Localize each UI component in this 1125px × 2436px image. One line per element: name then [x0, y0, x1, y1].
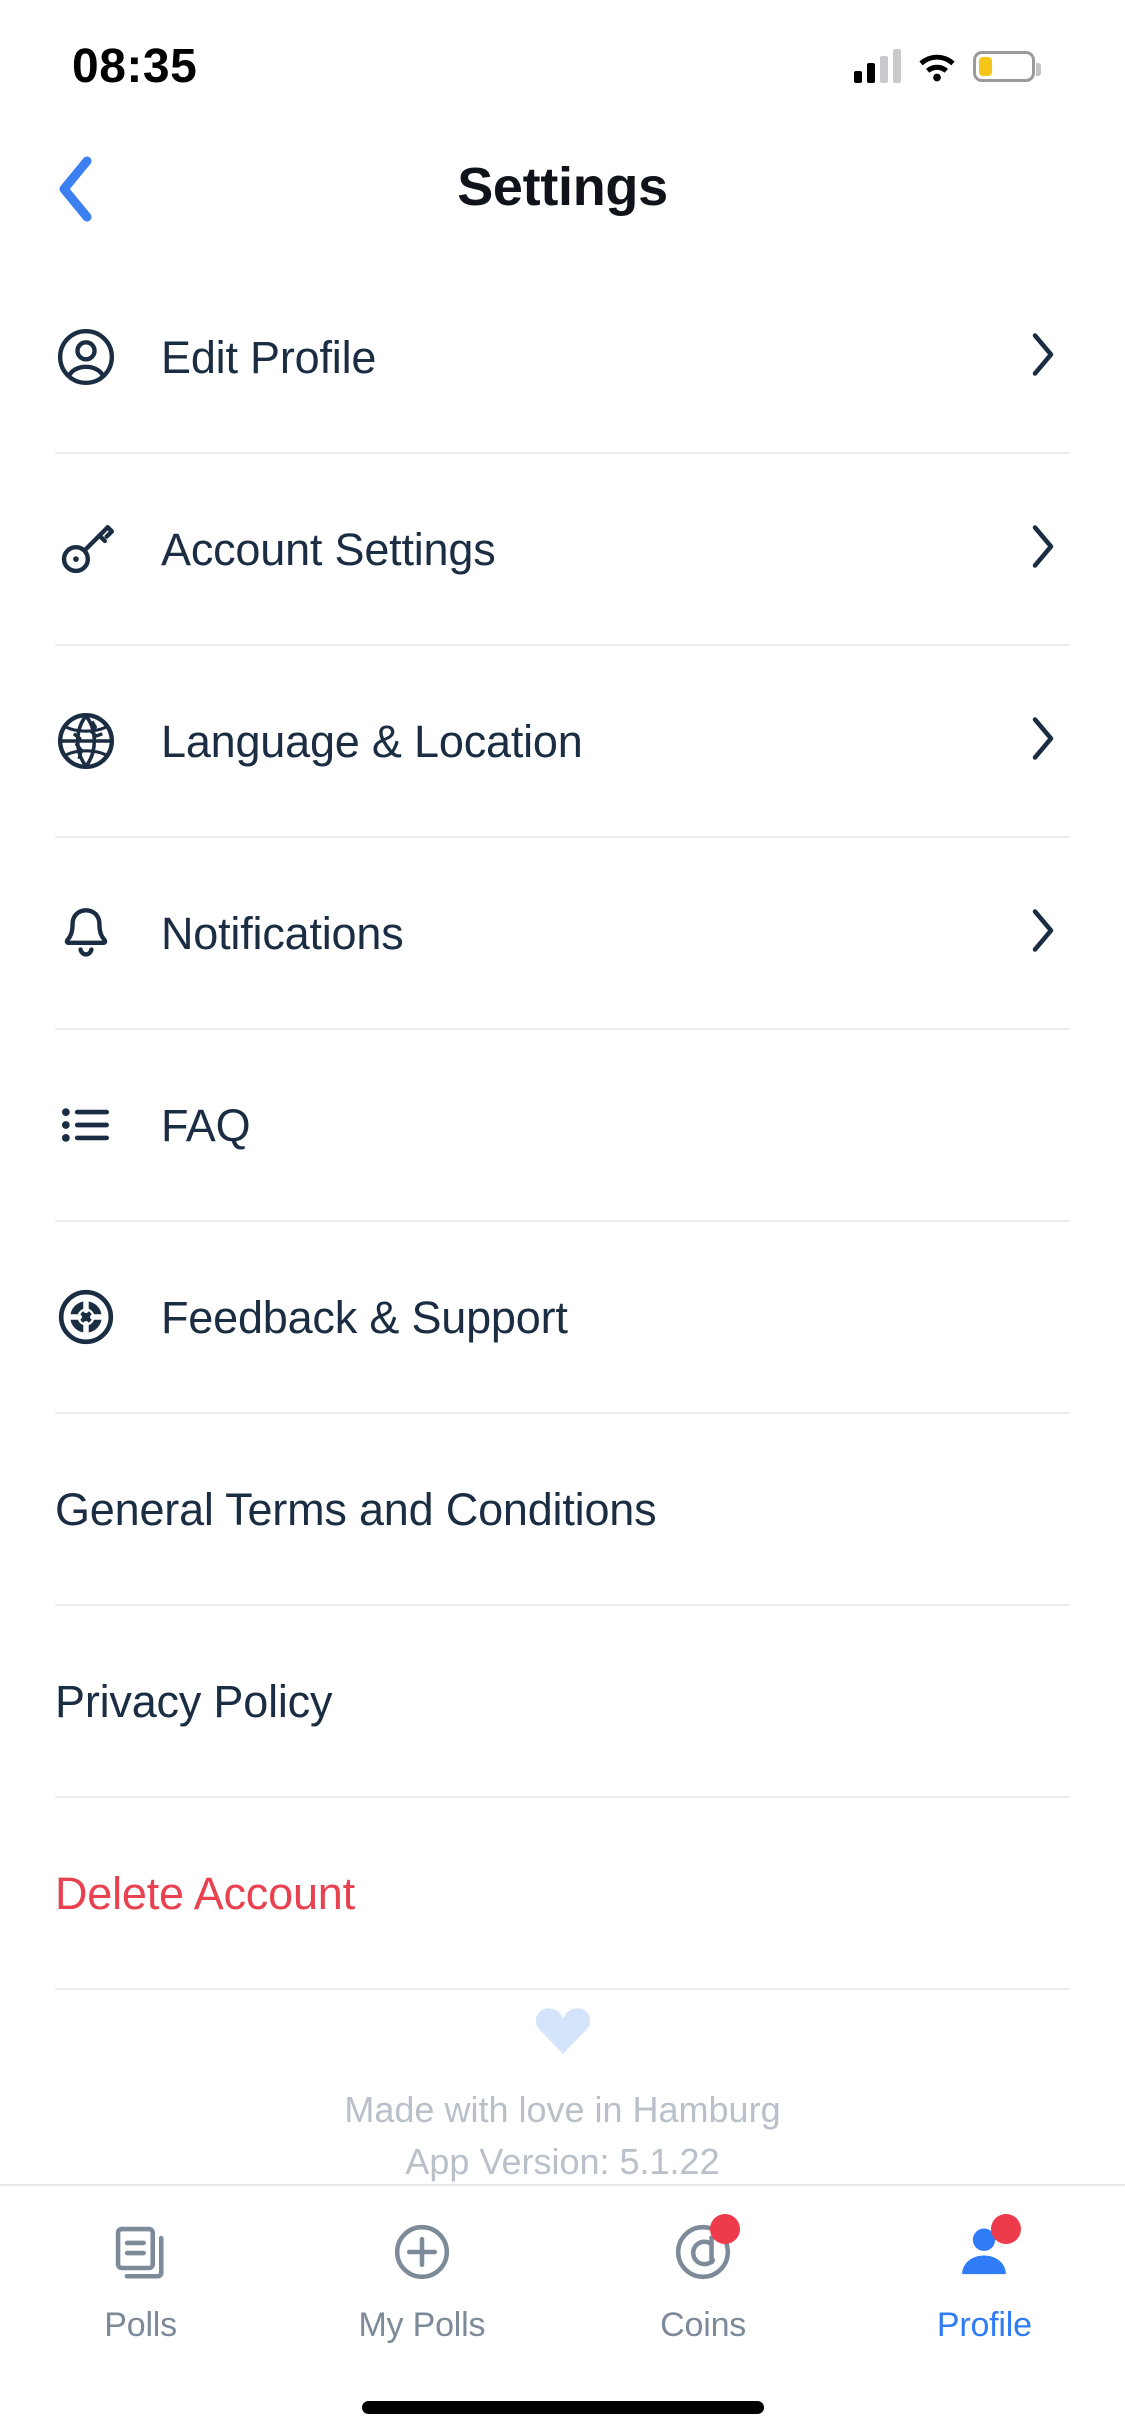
settings-row-label: FAQ — [161, 1099, 251, 1151]
battery-low-icon — [973, 50, 1041, 82]
made-with-love-text: Made with love in Hamburg — [344, 2089, 781, 2130]
bell-icon — [55, 902, 117, 964]
signal-bars-icon — [854, 49, 901, 83]
wifi-icon — [919, 54, 955, 82]
chevron-right-icon — [1031, 524, 1057, 575]
tab-polls[interactable]: Polls — [0, 2212, 281, 2345]
settings-row-delete-account[interactable]: Delete Account — [0, 1798, 1125, 1988]
tab-coins[interactable]: Coins — [563, 2212, 844, 2345]
divider — [55, 1988, 1070, 1990]
bullet-list-icon — [55, 1094, 117, 1156]
key-icon — [55, 518, 117, 580]
settings-screen: 08:35 Settings Edit Profile Account Sett… — [0, 0, 1125, 2436]
settings-list: Edit Profile Account Settings Language &… — [0, 262, 1125, 1990]
settings-row-label: Privacy Policy — [55, 1675, 333, 1727]
chevron-right-icon — [1031, 908, 1057, 959]
chevron-right-icon — [1031, 332, 1057, 383]
status-bar-indicators — [854, 49, 1041, 83]
navigation-bar: Settings — [0, 132, 1125, 242]
coins-badge — [710, 2214, 741, 2244]
heart-icon — [535, 2008, 590, 2054]
settings-row-privacy-policy[interactable]: Privacy Policy — [0, 1606, 1125, 1796]
plus-circle-icon — [379, 2212, 465, 2292]
home-indicator[interactable] — [361, 2401, 764, 2414]
tab-profile[interactable]: Profile — [844, 2212, 1125, 2345]
settings-row-language-location[interactable]: Language & Location — [0, 646, 1125, 836]
settings-row-faq[interactable]: FAQ — [0, 1030, 1125, 1220]
settings-row-label: Delete Account — [55, 1867, 355, 1919]
app-version-text: App Version: 5.1.22 — [405, 2141, 720, 2183]
status-bar-time: 08:35 — [72, 39, 198, 93]
settings-row-terms[interactable]: General Terms and Conditions — [0, 1414, 1125, 1604]
app-footer: Made with love in Hamburg App Version: 5… — [0, 2000, 1125, 2188]
tab-label: Coins — [660, 2306, 747, 2344]
settings-row-label: General Terms and Conditions — [55, 1483, 657, 1535]
settings-row-feedback-support[interactable]: Feedback & Support — [0, 1222, 1125, 1412]
tab-label: Polls — [104, 2306, 177, 2344]
page-title: Settings — [457, 157, 668, 217]
tab-label: Profile — [936, 2306, 1032, 2344]
settings-row-label: Edit Profile — [161, 331, 377, 383]
settings-row-edit-profile[interactable]: Edit Profile — [0, 262, 1125, 452]
globe-icon — [55, 710, 117, 772]
settings-row-account-settings[interactable]: Account Settings — [0, 454, 1125, 644]
settings-row-label: Language & Location — [161, 715, 583, 767]
lifebuoy-icon — [55, 1286, 117, 1348]
tab-my-polls[interactable]: My Polls — [281, 2212, 562, 2345]
chevron-right-icon — [1031, 716, 1057, 767]
settings-row-label: Feedback & Support — [161, 1291, 568, 1343]
bottom-tab-bar: Polls My Polls Coins Profile — [0, 2184, 1125, 2436]
settings-row-label: Account Settings — [161, 523, 496, 575]
settings-row-label: Notifications — [161, 907, 404, 959]
person-filled-icon — [941, 2212, 1027, 2292]
profile-badge — [991, 2214, 1022, 2244]
user-circle-icon — [55, 326, 117, 388]
settings-row-notifications[interactable]: Notifications — [0, 838, 1125, 1028]
coin-icon — [660, 2212, 746, 2292]
tab-label: My Polls — [358, 2306, 486, 2344]
documents-stack-icon — [98, 2212, 184, 2292]
status-bar: 08:35 — [0, 0, 1125, 132]
